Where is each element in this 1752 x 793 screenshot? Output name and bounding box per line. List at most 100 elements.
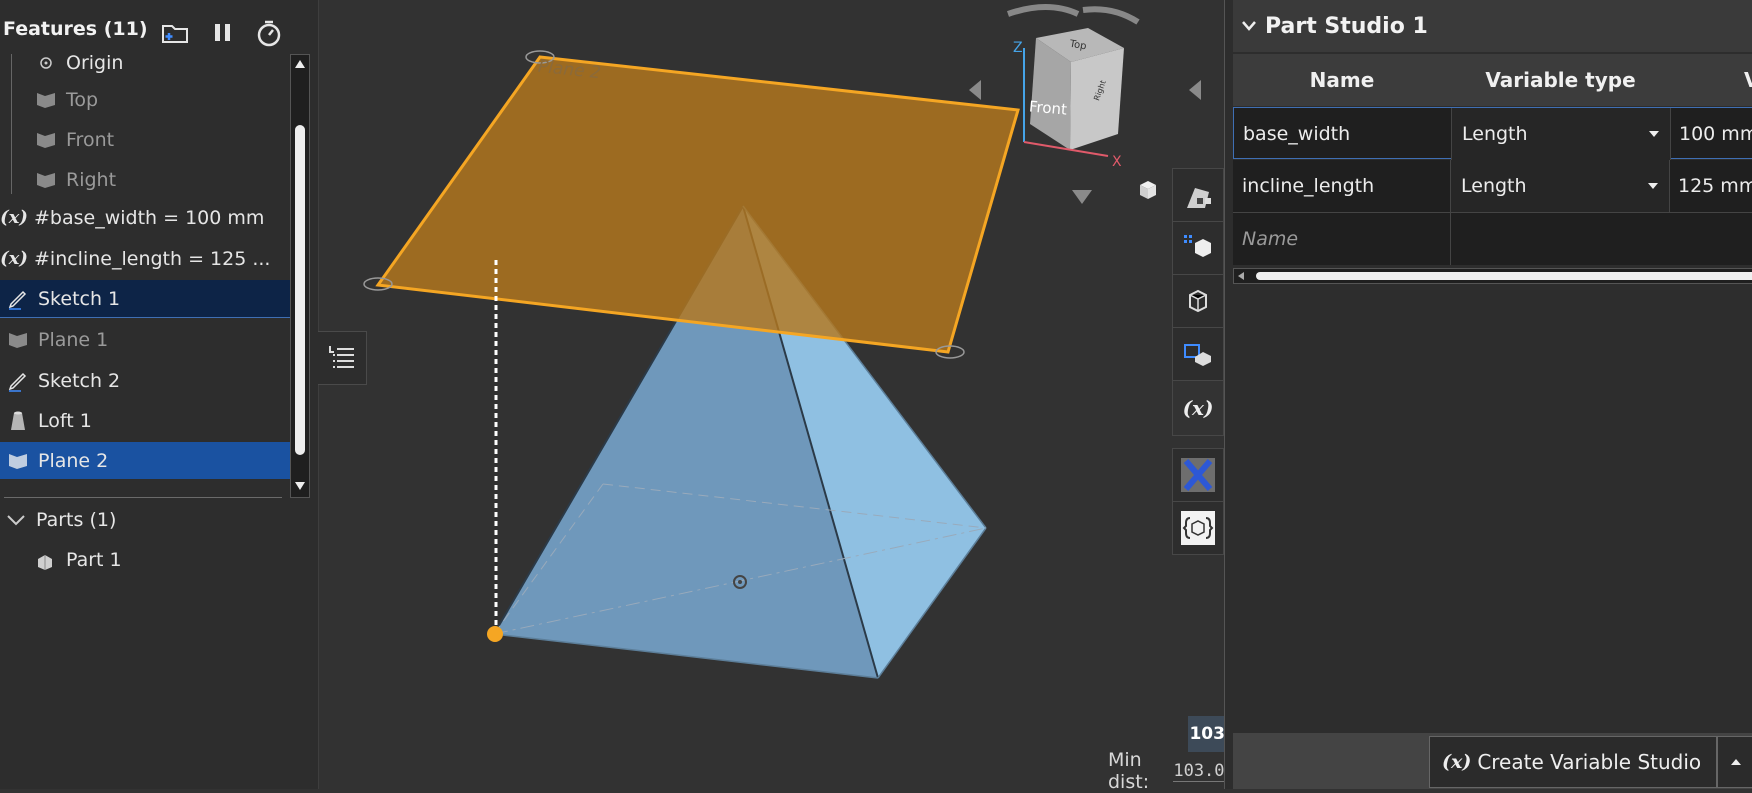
- variable-type-select[interactable]: Length: [1452, 108, 1671, 160]
- variable-table-icon: (x): [1182, 396, 1214, 420]
- feature-item-plane-1[interactable]: Plane 1: [0, 321, 290, 358]
- feature-item-origin[interactable]: Origin: [0, 54, 290, 81]
- feature-item-loft-1[interactable]: Loft 1: [0, 402, 290, 439]
- sketch-icon: [6, 287, 30, 311]
- plane-icon: [6, 449, 30, 473]
- column-header-value[interactable]: V: [1670, 54, 1752, 106]
- feature-studio-icon: [1181, 511, 1215, 545]
- feature-item-incline-length[interactable]: (x) #incline_length = 125 ...: [0, 240, 290, 277]
- axis-x-label: X: [1112, 154, 1122, 170]
- scroll-up-icon[interactable]: [294, 59, 306, 69]
- feature-item-right[interactable]: Right: [0, 161, 290, 198]
- plane-2-surface: [375, 55, 1020, 354]
- feature-item-sketch-2[interactable]: Sketch 2: [0, 362, 290, 399]
- feature-label: Sketch 2: [38, 369, 121, 392]
- feature-list-scrollbar[interactable]: [290, 54, 310, 498]
- caret-up-icon: [1731, 759, 1741, 765]
- feature-item-sketch-1[interactable]: Sketch 1: [0, 280, 290, 318]
- table-horizontal-scrollbar[interactable]: [1233, 268, 1752, 284]
- custom-x-icon: [1181, 458, 1215, 492]
- dropdown-caret-icon[interactable]: [1648, 130, 1660, 138]
- display-states-icon: [1184, 344, 1211, 366]
- scroll-thumb[interactable]: [295, 125, 305, 455]
- feature-label: Top: [66, 88, 99, 111]
- variable-icon: (x): [0, 248, 28, 269]
- scroll-down-icon[interactable]: [294, 481, 306, 491]
- feature-item-plane-2[interactable]: Plane 2: [0, 442, 290, 479]
- variable-name-cell[interactable]: base_width: [1234, 108, 1452, 160]
- empty-cell: [1451, 213, 1752, 265]
- create-variable-studio-icon: (x): [1442, 751, 1472, 773]
- min-dist-label: Min dist:: [1108, 749, 1150, 793]
- new-variable-row[interactable]: Name: [1233, 213, 1752, 265]
- feature-list: Origin Top Front Right (x) #base_width =…: [0, 54, 290, 482]
- features-header: Features (11): [0, 0, 318, 52]
- feature-label: Front: [66, 128, 115, 151]
- plane-icon: [6, 328, 30, 352]
- feature-item-top[interactable]: Top: [0, 81, 290, 118]
- model-canvas[interactable]: Z X: [318, 0, 1222, 789]
- scroll-thumb[interactable]: [1256, 272, 1752, 280]
- new-variable-name-input[interactable]: Name: [1233, 213, 1451, 265]
- display-states-button[interactable]: [1172, 327, 1224, 381]
- named-views-icon: [1189, 289, 1207, 313]
- scroll-left-icon[interactable]: [1237, 271, 1245, 281]
- divider: [4, 497, 282, 498]
- plane-icon: [34, 168, 58, 192]
- variable-panel-footer: (x) Create Variable Studio: [1233, 733, 1752, 789]
- variable-type-value: Length: [1461, 175, 1527, 197]
- configurations-icon: [1184, 235, 1211, 257]
- new-folder-icon[interactable]: [160, 18, 190, 48]
- column-header-type[interactable]: Variable type: [1451, 54, 1671, 106]
- create-variable-studio-dropdown[interactable]: [1717, 736, 1752, 788]
- view-cube-home-icon[interactable]: [1136, 178, 1160, 202]
- feature-label: Right: [66, 168, 117, 191]
- chevron-down-icon[interactable]: [1241, 19, 1257, 33]
- part-label: Part 1: [66, 549, 122, 571]
- feature-label: Origin: [66, 54, 124, 74]
- view-cube: Z X: [969, 4, 1201, 204]
- feature-label: Loft 1: [38, 409, 92, 432]
- part-studio-title: Part Studio 1: [1265, 13, 1428, 39]
- feature-label: Plane 1: [38, 328, 109, 351]
- parts-group[interactable]: Parts (1): [0, 504, 290, 536]
- part-studio-header[interactable]: Part Studio 1: [1233, 0, 1752, 52]
- custom-feature-button[interactable]: [1172, 448, 1224, 502]
- table-row[interactable]: incline_length Length 125 mm: [1233, 160, 1752, 213]
- feature-item-base-width[interactable]: (x) #base_width = 100 mm: [0, 199, 290, 236]
- graphics-viewport[interactable]: Z X Front Top Right Plane 2 103.07764 Mi…: [318, 0, 1462, 793]
- pause-icon[interactable]: [208, 18, 238, 48]
- variable-type-value: Length: [1462, 123, 1528, 145]
- plane-icon: [34, 128, 58, 152]
- part-item[interactable]: Part 1: [34, 544, 290, 576]
- plane-icon: [34, 88, 58, 112]
- sketch-icon: [6, 369, 30, 393]
- variable-type-select[interactable]: Length: [1451, 160, 1670, 212]
- features-title: Features (11): [3, 18, 148, 40]
- named-views-button[interactable]: [1172, 274, 1224, 328]
- feature-label: Plane 2: [38, 449, 109, 472]
- create-variable-studio-button[interactable]: (x) Create Variable Studio: [1429, 736, 1717, 788]
- column-header-name[interactable]: Name: [1233, 54, 1452, 106]
- rollback-timer-icon[interactable]: [254, 18, 284, 48]
- appearance-button[interactable]: [1172, 168, 1224, 222]
- feature-label: #base_width = 100 mm: [34, 206, 265, 229]
- configurations-button[interactable]: [1172, 221, 1224, 275]
- variable-name-cell[interactable]: incline_length: [1233, 160, 1451, 212]
- variable-value-cell[interactable]: 125 mm: [1670, 160, 1752, 212]
- feature-label: #incline_length = 125 ...: [34, 247, 271, 270]
- variable-value-cell[interactable]: 100 mm: [1671, 108, 1752, 160]
- table-row[interactable]: base_width Length 100 mm: [1233, 107, 1752, 160]
- loft-icon: [6, 409, 30, 433]
- feature-studio-button[interactable]: [1172, 501, 1224, 555]
- variable-table-button[interactable]: (x): [1172, 380, 1224, 436]
- feature-item-front[interactable]: Front: [0, 121, 290, 158]
- axis-z-label: Z: [1013, 40, 1023, 56]
- create-variable-studio-label: Create Variable Studio: [1477, 750, 1702, 774]
- feature-label: Sketch 1: [38, 287, 121, 310]
- chevron-down-icon[interactable]: [6, 513, 26, 527]
- dropdown-caret-icon[interactable]: [1647, 182, 1659, 190]
- parts-title: Parts (1): [36, 509, 117, 531]
- features-panel: Features (11) Origin Top Front Right (x)…: [0, 0, 319, 789]
- variable-table-panel: Part Studio 1 Name Variable type V base_…: [1224, 0, 1752, 789]
